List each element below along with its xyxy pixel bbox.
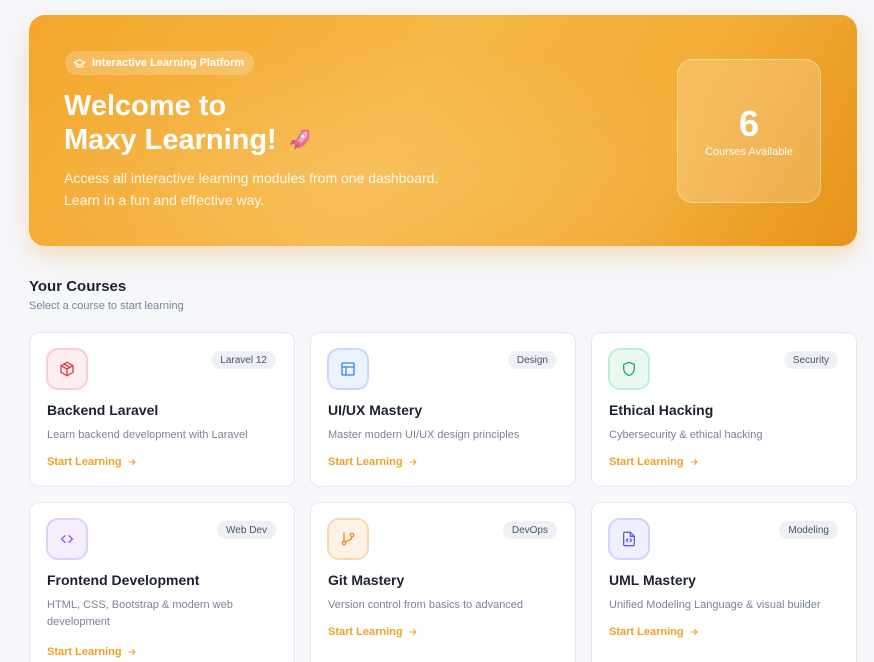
start-learning-label: Start Learning [609,626,684,638]
hero-desc-line1: Access all interactive learning modules … [64,170,439,186]
rocket-icon [288,130,309,152]
arrow-right-icon [409,628,417,636]
course-tag: Security [783,351,838,369]
hero-desc-line2: Learn in a fun and effective way. [64,192,265,208]
course-title: Frontend Development [47,572,200,588]
course-grid: Laravel 12 Backend Laravel Learn backend… [29,332,857,662]
course-icon-badge [46,348,88,390]
course-tag: DevOps [502,521,557,539]
course-title: UI/UX Mastery [328,402,423,418]
arrow-right-icon [128,458,136,466]
start-learning-link[interactable]: Start Learning [328,626,418,638]
hero-title: Welcome to Maxy Learning! [64,89,313,157]
file-code-icon [623,531,635,547]
start-learning-label: Start Learning [47,646,122,658]
course-card-git-mastery[interactable]: DevOps Git Mastery Version control from … [310,502,576,662]
course-tag: Modeling [779,521,838,539]
course-description: HTML, CSS, Bootstrap & modern web develo… [47,599,233,628]
course-title: Ethical Hacking [609,402,714,418]
course-icon-badge [327,518,369,560]
start-learning-link[interactable]: Start Learning [328,456,418,468]
layout-icon [341,362,355,376]
course-icon-badge [608,348,650,390]
start-learning-label: Start Learning [609,456,684,468]
course-description: Learn backend development with Laravel [47,429,248,441]
course-title: Git Mastery [328,572,405,588]
start-learning-label: Start Learning [328,456,403,468]
arrow-right-icon [690,458,698,466]
git-branch-icon [341,532,355,546]
course-icon-badge [327,348,369,390]
platform-badge-label: Interactive Learning Platform [92,57,245,69]
courses-count-label: Courses Available [705,146,793,158]
hero-description: Access all interactive learning modules … [64,167,484,211]
shield-icon [623,361,635,377]
section-title: Your Courses [29,278,127,295]
course-description: Cybersecurity & ethical hacking [609,429,763,441]
start-learning-label: Start Learning [47,456,122,468]
hero-banner: Interactive Learning Platform Welcome to… [29,15,857,246]
arrow-right-icon [409,458,417,466]
start-learning-link[interactable]: Start Learning [609,626,699,638]
arrow-right-icon [128,648,136,656]
hero-title-line1: Welcome to [64,90,227,122]
cube-icon [60,361,74,377]
section-subtitle: Select a course to start learning [29,300,184,312]
course-card-uml-mastery[interactable]: Modeling UML Mastery Unified Modeling La… [591,502,857,662]
course-title: UML Mastery [609,572,696,588]
start-learning-label: Start Learning [328,626,403,638]
arrow-right-icon [690,628,698,636]
course-title: Backend Laravel [47,402,159,418]
courses-count: 6 [738,103,760,144]
course-description: Master modern UI/UX design principles [328,429,520,441]
graduation-cap-icon [73,58,86,68]
hero-title-line2: Maxy Learning! [64,124,277,156]
course-icon-badge [608,518,650,560]
start-learning-link[interactable]: Start Learning [47,456,137,468]
course-card-ethical-hacking[interactable]: Security Ethical Hacking Cybersecurity &… [591,332,857,487]
course-icon-badge [46,518,88,560]
course-tag: Design [507,351,557,369]
start-learning-link[interactable]: Start Learning [609,456,699,468]
course-tag: Web Dev [217,521,276,539]
dashboard-page: Interactive Learning Platform Welcome to… [0,0,874,662]
platform-badge: Interactive Learning Platform [65,51,255,75]
courses-count-card: 6 Courses Available [677,59,821,203]
course-card-uiux-mastery[interactable]: Design UI/UX Mastery Master modern UI/UX… [310,332,576,487]
course-card-backend-laravel[interactable]: Laravel 12 Backend Laravel Learn backend… [29,332,295,487]
course-tag: Laravel 12 [211,351,276,369]
course-description: Unified Modeling Language & visual build… [609,599,821,611]
course-description: Version control from basics to advanced [328,599,524,611]
start-learning-link[interactable]: Start Learning [47,646,137,658]
course-card-frontend-development[interactable]: Web Dev Frontend Development HTML, CSS, … [29,502,295,662]
code-icon [61,535,73,543]
